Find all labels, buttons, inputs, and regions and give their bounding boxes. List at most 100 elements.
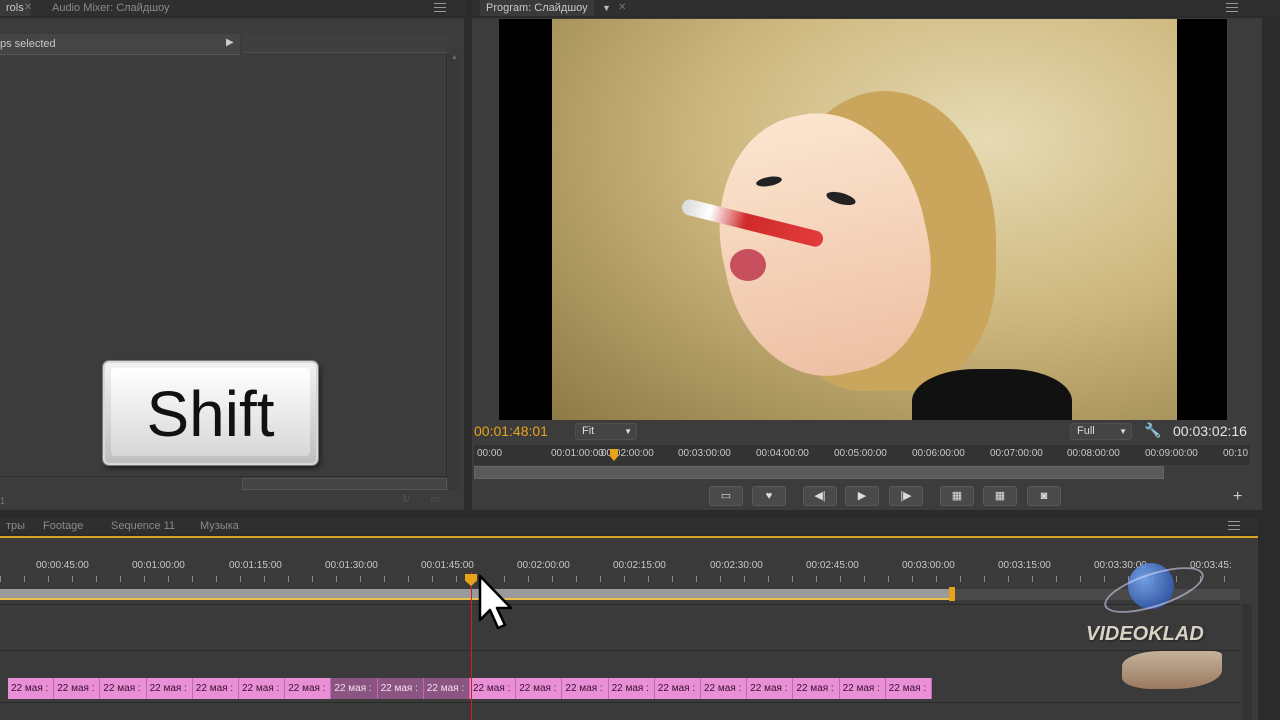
ruler-tick-label: 00:07:00:00 bbox=[990, 448, 1043, 459]
timeline-clip[interactable]: 22 мая : bbox=[747, 678, 794, 699]
ruler-tick-label: 00:01:00:00 bbox=[132, 560, 185, 571]
tab-close-icon[interactable]: ✕ bbox=[24, 0, 32, 16]
ruler-tick-label: 00:01:15:00 bbox=[229, 560, 282, 571]
play-icon: ▶ bbox=[857, 490, 867, 502]
watermark-text: VIDEOKLAD bbox=[1086, 623, 1204, 645]
ruler-tick-label: 00:02:00:00 bbox=[517, 560, 570, 571]
wrench-icon[interactable]: 🔧 bbox=[1144, 422, 1161, 439]
duration-timecode: 00:03:02:16 bbox=[1173, 423, 1247, 439]
add-marker-button[interactable]: ♥ bbox=[752, 486, 786, 506]
zoom-chevron-icon: ▼ bbox=[624, 427, 632, 436]
timeline-clip[interactable]: 22 мая : bbox=[516, 678, 563, 699]
current-timecode[interactable]: 00:01:48:01 bbox=[474, 423, 548, 439]
marker-icon: ♥ bbox=[765, 490, 773, 502]
lift-icon: ▦ bbox=[951, 490, 963, 502]
clips-selected-bar: ps selected ▶ bbox=[0, 34, 240, 55]
trash-icon[interactable]: ▭ bbox=[430, 494, 439, 505]
left-tabbar: rols ✕ Audio Mixer: Слайдшоу bbox=[0, 0, 466, 16]
ruler-tick-label: 00:02:15:00 bbox=[613, 560, 666, 571]
mouse-cursor-icon bbox=[478, 574, 513, 630]
tab-audio-mixer[interactable]: Audio Mixer: Слайдшоу bbox=[46, 0, 176, 16]
ruler-tick-label: 00:03:00:00 bbox=[902, 560, 955, 571]
tab-sequence-11[interactable]: Sequence 11 bbox=[105, 518, 181, 534]
timeline-clip[interactable]: 22 мая : bbox=[8, 678, 55, 699]
timeline-clip[interactable]: 22 мая : bbox=[839, 678, 886, 699]
timeline-clip[interactable]: 22 мая : bbox=[54, 678, 101, 699]
timeline-clip[interactable]: 22 мая : bbox=[377, 678, 424, 699]
timeline-scrollbar[interactable] bbox=[1242, 604, 1252, 720]
timeline-playhead-line[interactable] bbox=[471, 572, 472, 720]
ruler-tick-label: 00:00:45:00 bbox=[36, 560, 89, 571]
timeline-ruler[interactable]: 00:00:45:00 00:01:00:00 00:01:15:00 00:0… bbox=[0, 556, 1240, 588]
lips-shape bbox=[730, 249, 766, 281]
lift-button[interactable]: ▦ bbox=[940, 486, 974, 506]
ruler-tick-label: 00:01:30:00 bbox=[325, 560, 378, 571]
tab-program[interactable]: Program: Слайдшоу bbox=[480, 0, 594, 16]
timeline-clip[interactable]: 22 мая : bbox=[192, 678, 239, 699]
clips-selected-label: ps selected bbox=[0, 38, 56, 50]
zoom-label: Fit bbox=[582, 425, 595, 437]
program-close-icon[interactable]: ✕ bbox=[618, 0, 626, 16]
ruler-tick-label: 00:02:00:00 bbox=[601, 448, 654, 459]
extract-button[interactable]: ▦ bbox=[983, 486, 1017, 506]
shoulder-shape bbox=[912, 369, 1072, 420]
safe-margins-icon: ▭ bbox=[720, 490, 732, 502]
track-separator bbox=[0, 604, 1240, 605]
timeline-clip[interactable]: 22 мая : bbox=[331, 678, 378, 699]
timeline-clip[interactable]: 22 мая : bbox=[654, 678, 701, 699]
zoom-dropdown[interactable]: Fit ▼ bbox=[575, 423, 637, 440]
timeline-clip[interactable]: 22 мая : bbox=[562, 678, 609, 699]
tab-music[interactable]: Музыка bbox=[194, 518, 245, 534]
timeline-clip[interactable]: 22 мая : bbox=[701, 678, 748, 699]
timeline-clip[interactable]: 22 мая : bbox=[470, 678, 517, 699]
track-separator bbox=[0, 702, 1240, 703]
ruler-tick-label: 00:02:30:00 bbox=[710, 560, 763, 571]
scroll-up-icon[interactable]: ▲ bbox=[451, 54, 458, 61]
ruler-ticks bbox=[0, 576, 1240, 582]
horizontal-scroll[interactable] bbox=[242, 478, 447, 490]
step-forward-button[interactable]: |▶ bbox=[889, 486, 923, 506]
timeline-tabbar: тры Footage Sequence 11 Музыка bbox=[0, 518, 1258, 534]
ruler-tick-label: 00:01:45:00 bbox=[421, 560, 474, 571]
program-zoom-scroll[interactable] bbox=[474, 466, 1164, 479]
timeline-clip[interactable]: 22 мая : bbox=[423, 678, 470, 699]
program-menu-icon[interactable] bbox=[1226, 3, 1238, 12]
expand-arrow-icon[interactable]: ▶ bbox=[226, 37, 234, 48]
hand-shape bbox=[1122, 651, 1222, 689]
timeline-menu-icon[interactable] bbox=[1228, 521, 1240, 530]
tab-sequence-a[interactable]: тры bbox=[0, 518, 31, 534]
loop-icon[interactable]: ↻ bbox=[402, 494, 410, 505]
step-back-icon: ◀| bbox=[814, 490, 826, 502]
timeline-clip[interactable]: 22 мая : bbox=[885, 678, 932, 699]
timeline-clip[interactable]: 22 мая : bbox=[239, 678, 286, 699]
panel-menu-icon[interactable] bbox=[434, 3, 446, 12]
safe-margins-button[interactable]: ▭ bbox=[709, 486, 743, 506]
program-dropdown-icon[interactable]: ▼ bbox=[602, 0, 611, 16]
scrollbar[interactable]: ▲ bbox=[448, 54, 460, 490]
watermark-logo: VIDEOKLAD bbox=[1082, 555, 1232, 695]
shift-key-label: Shift bbox=[146, 378, 275, 450]
play-button[interactable]: ▶ bbox=[845, 486, 879, 506]
timeline-clip[interactable]: 22 мая : bbox=[146, 678, 193, 699]
step-forward-icon: |▶ bbox=[900, 490, 912, 502]
program-ruler[interactable]: 00:00 00:01:00:00 00:02:00:00 00:03:00:0… bbox=[474, 445, 1250, 465]
timeline-clip[interactable]: 22 мая : bbox=[793, 678, 840, 699]
ruler-tick-label: 00:03:00:00 bbox=[678, 448, 731, 459]
timeline-clip[interactable]: 22 мая : bbox=[285, 678, 332, 699]
ruler-tick-label: 00:00 bbox=[477, 448, 503, 459]
track-separator bbox=[0, 650, 1240, 651]
export-frame-button[interactable]: ◙ bbox=[1027, 486, 1061, 506]
step-back-button[interactable]: ◀| bbox=[803, 486, 837, 506]
shift-key: Shift bbox=[103, 361, 318, 465]
add-button-icon[interactable]: + bbox=[1233, 488, 1242, 506]
program-playhead[interactable] bbox=[610, 449, 618, 461]
ruler-tick-label: 00:02:45:00 bbox=[806, 560, 859, 571]
tab-footage[interactable]: Footage bbox=[37, 518, 89, 534]
vertical-divider bbox=[446, 54, 447, 484]
ruler-tick-label: 00:03:15:00 bbox=[998, 560, 1051, 571]
work-area-bar[interactable] bbox=[0, 589, 952, 600]
timeline-clip[interactable]: 22 мая : bbox=[100, 678, 147, 699]
resolution-dropdown[interactable]: Full ▼ bbox=[1070, 423, 1132, 440]
timeline-clip[interactable]: 22 мая : bbox=[608, 678, 655, 699]
ruler-tick-label: 00:06:00:00 bbox=[912, 448, 965, 459]
